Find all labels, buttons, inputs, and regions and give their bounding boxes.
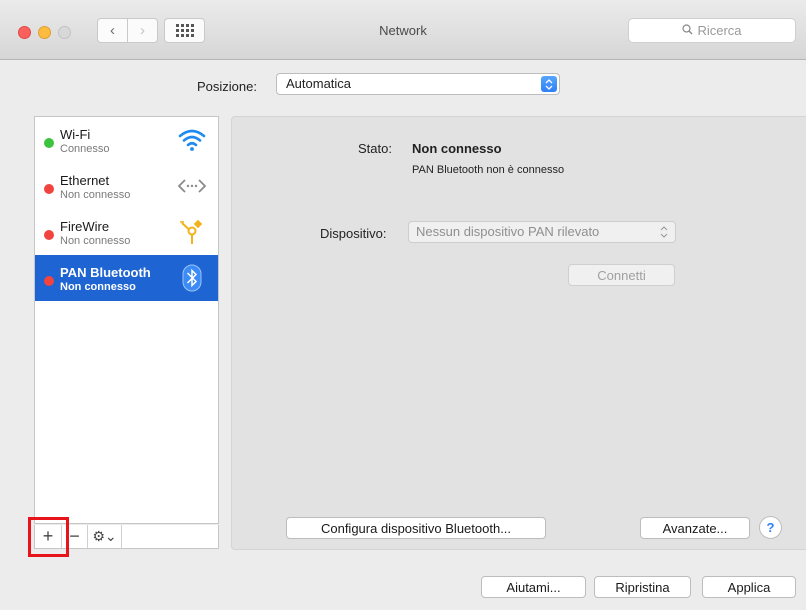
service-item-firewire[interactable]: FireWire Non connesso	[35, 209, 218, 255]
assist-me-button[interactable]: Aiutami...	[481, 576, 586, 598]
wifi-icon	[176, 125, 208, 155]
service-name: Ethernet	[60, 173, 110, 188]
updown-arrows-icon	[541, 76, 557, 92]
service-status: Non connesso	[60, 281, 136, 293]
service-list[interactable]: Wi-Fi Connesso Ethernet Non connesso Fir…	[34, 116, 219, 524]
service-item-ethernet[interactable]: Ethernet Non connesso	[35, 163, 218, 209]
action-menu-button[interactable]: ⚙⌄	[88, 525, 122, 548]
service-status: Non connesso	[60, 189, 131, 201]
device-select[interactable]: Nessun dispositivo PAN rilevato	[408, 221, 676, 243]
advanced-button[interactable]: Avanzate...	[640, 517, 750, 539]
service-name: PAN Bluetooth	[60, 265, 151, 280]
search-field[interactable]: Ricerca	[628, 18, 796, 43]
service-item-wifi[interactable]: Wi-Fi Connesso	[35, 117, 218, 163]
service-item-pan-bluetooth[interactable]: PAN Bluetooth Non connesso	[35, 255, 218, 301]
device-label: Dispositivo:	[320, 226, 387, 241]
status-dot	[44, 276, 54, 286]
revert-button[interactable]: Ripristina	[594, 576, 691, 598]
search-placeholder: Ricerca	[697, 23, 742, 38]
service-status: Non connesso	[60, 235, 131, 247]
search-icon	[682, 23, 693, 38]
service-name: FireWire	[60, 219, 110, 234]
detail-panel	[231, 116, 806, 550]
state-value: Non connesso	[412, 141, 502, 156]
help-button[interactable]: ?	[759, 516, 782, 539]
state-label: Stato:	[358, 141, 392, 156]
status-dot	[44, 230, 54, 240]
location-value: Automatica	[286, 76, 352, 91]
gear-icon: ⚙⌄	[92, 528, 117, 544]
status-dot	[44, 138, 54, 148]
window-toolbar: ‹ › Network Ricerca	[0, 0, 806, 60]
service-status: Connesso	[60, 143, 110, 155]
minus-icon: −	[69, 526, 80, 546]
configure-bluetooth-button[interactable]: Configura dispositivo Bluetooth...	[286, 517, 546, 539]
ethernet-icon	[176, 171, 208, 201]
status-dot	[44, 184, 54, 194]
location-label: Posizione:	[197, 79, 257, 94]
service-name: Wi-Fi	[60, 127, 91, 142]
annotation-highlight-box	[28, 517, 69, 557]
device-value: Nessun dispositivo PAN rilevato	[416, 224, 600, 239]
bluetooth-icon	[176, 263, 208, 293]
updown-chevron-icon	[660, 222, 668, 250]
firewire-icon	[176, 217, 208, 247]
location-select[interactable]: Automatica	[276, 73, 560, 95]
state-description: PAN Bluetooth non è connesso	[412, 164, 565, 176]
apply-button[interactable]: Applica	[702, 576, 796, 598]
connect-button[interactable]: Connetti	[568, 264, 675, 286]
